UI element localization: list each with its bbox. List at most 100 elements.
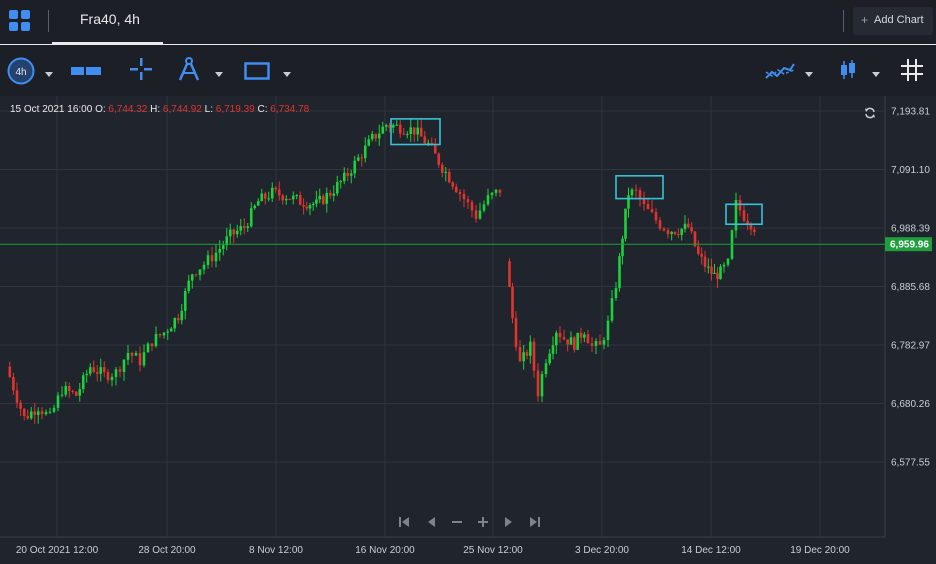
candle-up: [621, 238, 624, 257]
ohlc-low-label: L:: [204, 104, 213, 115]
candle-up: [482, 204, 486, 211]
candle-up: [618, 256, 621, 289]
candle-down: [281, 195, 285, 201]
price-tick-label: 6,680.26: [891, 399, 930, 410]
price-tick-label: 6,782.97: [891, 341, 930, 352]
candle-up: [64, 386, 68, 395]
candle-up: [308, 205, 312, 209]
candle-down: [558, 332, 562, 338]
candle-down: [242, 226, 246, 228]
candle-up: [602, 339, 606, 345]
candle-up: [214, 252, 218, 262]
time-tick-label: 16 Nov 20:00: [355, 545, 415, 556]
scroll-left-icon[interactable]: [425, 512, 437, 532]
scroll-to-end-icon[interactable]: [529, 512, 541, 532]
candle-up: [253, 205, 257, 209]
candle-down: [263, 193, 267, 199]
candle-up: [529, 341, 532, 356]
candle-down: [321, 195, 325, 204]
candle-down: [194, 274, 198, 276]
candle-up: [719, 266, 722, 280]
candle-up: [142, 352, 146, 366]
candle-down: [102, 367, 106, 373]
candle-down: [498, 189, 502, 193]
candle-up: [610, 298, 614, 321]
time-tick-label: 8 Nov 12:00: [249, 545, 303, 556]
candle-up: [680, 228, 683, 236]
candle-up: [409, 127, 413, 134]
ohlc-open-value: 6,744.32: [108, 104, 148, 115]
candle-up: [381, 126, 385, 134]
price-chart[interactable]: 7,193.81 7,091.10 6,988.39 6,885.68 6,782.97…: [0, 0, 936, 564]
candle-down: [466, 199, 470, 203]
candle-up: [370, 133, 374, 140]
candle-up: [490, 192, 494, 196]
candle-up: [81, 375, 85, 390]
candle-down: [642, 199, 646, 205]
price-tick-label: 7,091.10: [891, 165, 930, 176]
candle-up: [339, 181, 343, 183]
candle-up: [395, 124, 399, 126]
scroll-to-start-icon[interactable]: [398, 512, 410, 532]
candle-up: [202, 264, 206, 270]
candle-down: [374, 133, 378, 139]
candle-up: [78, 389, 82, 396]
candle-up: [260, 193, 264, 202]
zoom-in-icon[interactable]: [477, 512, 489, 532]
time-tick-label: 25 Nov 12:00: [463, 545, 523, 556]
candle-down: [451, 182, 455, 187]
candle-up: [180, 310, 184, 321]
candle-up: [284, 198, 288, 201]
candle-up: [146, 343, 150, 353]
candle-down: [462, 194, 466, 200]
time-tick-label: 28 Oct 20:00: [138, 545, 196, 556]
candle-up: [384, 125, 388, 127]
candle-up: [173, 318, 177, 329]
candle-down: [210, 255, 214, 262]
candle-up: [325, 192, 329, 204]
candle-up: [85, 373, 89, 376]
candle-down: [328, 192, 332, 196]
candle-up: [291, 195, 295, 200]
last-price-label: 6,959.96: [890, 240, 929, 251]
candle-down: [360, 157, 364, 159]
candle-up: [569, 337, 573, 345]
price-tick-label: 6,988.39: [891, 224, 930, 235]
last-price-marker: 6,959.96: [0, 237, 932, 252]
scroll-right-icon[interactable]: [503, 512, 515, 532]
candle-up: [630, 189, 634, 196]
ohlc-high-label: H:: [150, 104, 161, 115]
candle-down: [40, 411, 44, 415]
candle-up: [29, 411, 33, 419]
time-axis: 20 Oct 2021 12:00 28 Oct 20:00 8 Nov 12:00…: [16, 545, 850, 556]
candle-down: [566, 339, 569, 345]
candle-up: [166, 331, 170, 333]
candle-down: [634, 189, 638, 191]
candle-up: [614, 288, 618, 299]
candle-down: [532, 341, 536, 371]
candle-up: [126, 352, 130, 360]
candle-down: [658, 220, 662, 229]
candle-up: [707, 266, 710, 268]
candle-up: [683, 223, 687, 229]
candle-down: [579, 332, 583, 338]
candle-down: [440, 164, 444, 173]
candle-down: [26, 415, 30, 419]
candle-up: [110, 376, 114, 381]
candle-down: [738, 199, 742, 211]
candle-down: [33, 411, 37, 415]
ohlc-datetime: 15 Oct 2021 16:00: [10, 104, 93, 115]
candle-down: [666, 230, 670, 235]
candle-up: [246, 226, 250, 228]
candle-down: [590, 343, 594, 346]
candle-down: [700, 253, 703, 257]
candle-up: [522, 352, 525, 362]
candle-down: [753, 229, 756, 232]
candle-down: [437, 153, 441, 165]
candle-down: [447, 171, 451, 183]
candle-up: [239, 226, 243, 231]
refresh-icon[interactable]: [864, 107, 876, 119]
candle-down: [536, 370, 540, 397]
zoom-out-icon[interactable]: [451, 512, 463, 532]
candle-down: [346, 172, 350, 176]
